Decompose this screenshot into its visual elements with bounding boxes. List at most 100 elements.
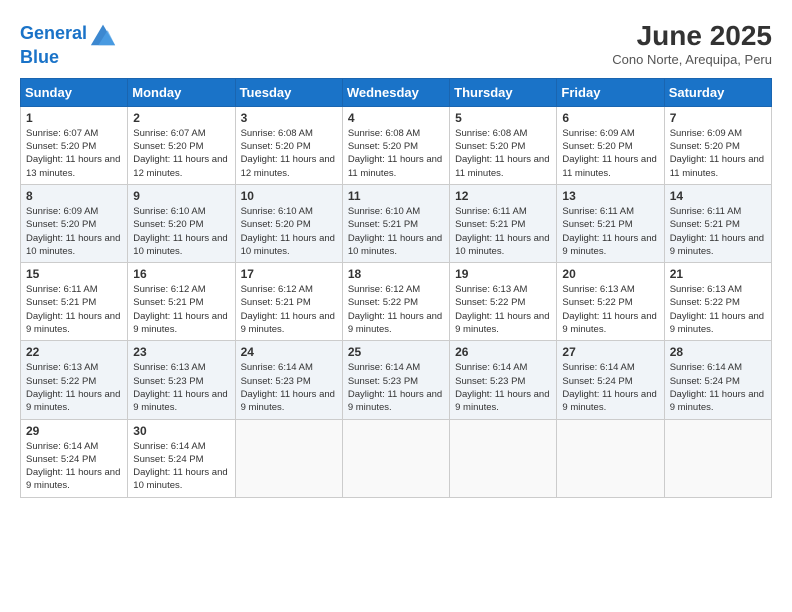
day-number: 6 bbox=[562, 111, 658, 125]
day-info: Sunrise: 6:09 AMSunset: 5:20 PMDaylight:… bbox=[26, 205, 122, 258]
day-info: Sunrise: 6:14 AMSunset: 5:23 PMDaylight:… bbox=[241, 361, 337, 414]
day-info: Sunrise: 6:13 AMSunset: 5:22 PMDaylight:… bbox=[455, 283, 551, 336]
day-cell-16: 16 Sunrise: 6:12 AMSunset: 5:21 PMDayligh… bbox=[128, 263, 235, 341]
calendar-week-1: 1 Sunrise: 6:07 AMSunset: 5:20 PMDaylight… bbox=[21, 106, 772, 184]
day-info: Sunrise: 6:14 AMSunset: 5:24 PMDaylight:… bbox=[670, 361, 766, 414]
empty-cell bbox=[664, 419, 771, 497]
month-title: June 2025 bbox=[612, 20, 772, 52]
day-cell-25: 25Sunrise: 6:14 AMSunset: 5:23 PMDayligh… bbox=[342, 341, 449, 419]
day-cell-24: 24Sunrise: 6:14 AMSunset: 5:23 PMDayligh… bbox=[235, 341, 342, 419]
day-info: Sunrise: 6:11 AMSunset: 5:21 PMDaylight:… bbox=[455, 205, 551, 258]
day-number: 30 bbox=[133, 424, 229, 438]
day-info: Sunrise: 6:14 AMSunset: 5:24 PMDaylight:… bbox=[26, 440, 122, 493]
day-number: 23 bbox=[133, 345, 229, 359]
day-cell-20: 20 Sunrise: 6:13 AMSunset: 5:22 PMDayligh… bbox=[557, 263, 664, 341]
day-cell-26: 26Sunrise: 6:14 AMSunset: 5:23 PMDayligh… bbox=[450, 341, 557, 419]
day-cell-19: 19 Sunrise: 6:13 AMSunset: 5:22 PMDayligh… bbox=[450, 263, 557, 341]
day-number: 4 bbox=[348, 111, 444, 125]
day-cell-28: 28 Sunrise: 6:14 AMSunset: 5:24 PMDayligh… bbox=[664, 341, 771, 419]
day-cell-18: 18Sunrise: 6:12 AMSunset: 5:22 PMDayligh… bbox=[342, 263, 449, 341]
day-cell-22: 22 Sunrise: 6:13 AMSunset: 5:22 PMDayligh… bbox=[21, 341, 128, 419]
day-cell-15: 15 Sunrise: 6:11 AMSunset: 5:21 PMDayligh… bbox=[21, 263, 128, 341]
day-number: 1 bbox=[26, 111, 122, 125]
day-info: Sunrise: 6:08 AMSunset: 5:20 PMDaylight:… bbox=[241, 127, 337, 180]
empty-cell bbox=[235, 419, 342, 497]
empty-cell bbox=[450, 419, 557, 497]
day-number: 14 bbox=[670, 189, 766, 203]
day-cell-30: 30 Sunrise: 6:14 AMSunset: 5:24 PMDayligh… bbox=[128, 419, 235, 497]
day-info: Sunrise: 6:11 AMSunset: 5:21 PMDaylight:… bbox=[562, 205, 658, 258]
day-info: Sunrise: 6:13 AMSunset: 5:22 PMDaylight:… bbox=[26, 361, 122, 414]
logo: General Blue bbox=[20, 20, 117, 68]
column-header-friday: Friday bbox=[557, 78, 664, 106]
day-info: Sunrise: 6:12 AMSunset: 5:21 PMDaylight:… bbox=[133, 283, 229, 336]
day-info: Sunrise: 6:08 AMSunset: 5:20 PMDaylight:… bbox=[348, 127, 444, 180]
day-cell-17: 17 Sunrise: 6:12 AMSunset: 5:21 PMDayligh… bbox=[235, 263, 342, 341]
day-number: 20 bbox=[562, 267, 658, 281]
day-cell-8: 8 Sunrise: 6:09 AMSunset: 5:20 PMDaylight… bbox=[21, 184, 128, 262]
day-number: 11 bbox=[348, 189, 444, 203]
day-info: Sunrise: 6:13 AMSunset: 5:23 PMDaylight:… bbox=[133, 361, 229, 414]
day-info: Sunrise: 6:13 AMSunset: 5:22 PMDaylight:… bbox=[670, 283, 766, 336]
day-number: 2 bbox=[133, 111, 229, 125]
day-cell-6: 6 Sunrise: 6:09 AMSunset: 5:20 PMDaylight… bbox=[557, 106, 664, 184]
column-header-thursday: Thursday bbox=[450, 78, 557, 106]
day-cell-5: 5Sunrise: 6:08 AMSunset: 5:20 PMDaylight… bbox=[450, 106, 557, 184]
calendar-week-4: 22 Sunrise: 6:13 AMSunset: 5:22 PMDayligh… bbox=[21, 341, 772, 419]
day-number: 3 bbox=[241, 111, 337, 125]
day-cell-11: 11 Sunrise: 6:10 AMSunset: 5:21 PMDayligh… bbox=[342, 184, 449, 262]
day-cell-3: 3 Sunrise: 6:08 AMSunset: 5:20 PMDaylight… bbox=[235, 106, 342, 184]
calendar-week-2: 8 Sunrise: 6:09 AMSunset: 5:20 PMDaylight… bbox=[21, 184, 772, 262]
day-info: Sunrise: 6:14 AMSunset: 5:23 PMDaylight:… bbox=[348, 361, 444, 414]
day-number: 15 bbox=[26, 267, 122, 281]
logo-text: General Blue bbox=[20, 20, 117, 68]
day-info: Sunrise: 6:10 AMSunset: 5:20 PMDaylight:… bbox=[241, 205, 337, 258]
day-cell-7: 7Sunrise: 6:09 AMSunset: 5:20 PMDaylight… bbox=[664, 106, 771, 184]
empty-cell bbox=[342, 419, 449, 497]
day-info: Sunrise: 6:12 AMSunset: 5:21 PMDaylight:… bbox=[241, 283, 337, 336]
day-cell-21: 21 Sunrise: 6:13 AMSunset: 5:22 PMDayligh… bbox=[664, 263, 771, 341]
day-info: Sunrise: 6:12 AMSunset: 5:22 PMDaylight:… bbox=[348, 283, 444, 336]
day-number: 29 bbox=[26, 424, 122, 438]
day-cell-12: 12 Sunrise: 6:11 AMSunset: 5:21 PMDayligh… bbox=[450, 184, 557, 262]
day-info: Sunrise: 6:09 AMSunset: 5:20 PMDaylight:… bbox=[670, 127, 766, 180]
location: Cono Norte, Arequipa, Peru bbox=[612, 52, 772, 67]
page-header: General Blue June 2025 Cono Norte, Arequ… bbox=[20, 20, 772, 68]
day-info: Sunrise: 6:10 AMSunset: 5:20 PMDaylight:… bbox=[133, 205, 229, 258]
day-number: 19 bbox=[455, 267, 551, 281]
day-cell-27: 27 Sunrise: 6:14 AMSunset: 5:24 PMDayligh… bbox=[557, 341, 664, 419]
day-number: 13 bbox=[562, 189, 658, 203]
day-number: 10 bbox=[241, 189, 337, 203]
day-number: 22 bbox=[26, 345, 122, 359]
empty-cell bbox=[557, 419, 664, 497]
day-number: 9 bbox=[133, 189, 229, 203]
day-info: Sunrise: 6:14 AMSunset: 5:23 PMDaylight:… bbox=[455, 361, 551, 414]
column-header-wednesday: Wednesday bbox=[342, 78, 449, 106]
day-number: 21 bbox=[670, 267, 766, 281]
day-number: 17 bbox=[241, 267, 337, 281]
column-header-sunday: Sunday bbox=[21, 78, 128, 106]
day-number: 28 bbox=[670, 345, 766, 359]
calendar-week-5: 29 Sunrise: 6:14 AMSunset: 5:24 PMDayligh… bbox=[21, 419, 772, 497]
day-info: Sunrise: 6:13 AMSunset: 5:22 PMDaylight:… bbox=[562, 283, 658, 336]
title-block: June 2025 Cono Norte, Arequipa, Peru bbox=[612, 20, 772, 67]
day-info: Sunrise: 6:07 AMSunset: 5:20 PMDaylight:… bbox=[133, 127, 229, 180]
day-cell-14: 14Sunrise: 6:11 AMSunset: 5:21 PMDayligh… bbox=[664, 184, 771, 262]
day-cell-10: 10 Sunrise: 6:10 AMSunset: 5:20 PMDayligh… bbox=[235, 184, 342, 262]
day-info: Sunrise: 6:07 AMSunset: 5:20 PMDaylight:… bbox=[26, 127, 122, 180]
column-header-saturday: Saturday bbox=[664, 78, 771, 106]
day-cell-4: 4 Sunrise: 6:08 AMSunset: 5:20 PMDaylight… bbox=[342, 106, 449, 184]
day-info: Sunrise: 6:10 AMSunset: 5:21 PMDaylight:… bbox=[348, 205, 444, 258]
calendar-week-3: 15 Sunrise: 6:11 AMSunset: 5:21 PMDayligh… bbox=[21, 263, 772, 341]
day-number: 8 bbox=[26, 189, 122, 203]
day-info: Sunrise: 6:14 AMSunset: 5:24 PMDaylight:… bbox=[133, 440, 229, 493]
day-info: Sunrise: 6:09 AMSunset: 5:20 PMDaylight:… bbox=[562, 127, 658, 180]
day-cell-23: 23 Sunrise: 6:13 AMSunset: 5:23 PMDayligh… bbox=[128, 341, 235, 419]
day-info: Sunrise: 6:14 AMSunset: 5:24 PMDaylight:… bbox=[562, 361, 658, 414]
day-number: 12 bbox=[455, 189, 551, 203]
day-cell-29: 29 Sunrise: 6:14 AMSunset: 5:24 PMDayligh… bbox=[21, 419, 128, 497]
day-info: Sunrise: 6:11 AMSunset: 5:21 PMDaylight:… bbox=[26, 283, 122, 336]
day-cell-2: 2 Sunrise: 6:07 AMSunset: 5:20 PMDaylight… bbox=[128, 106, 235, 184]
day-number: 16 bbox=[133, 267, 229, 281]
day-number: 27 bbox=[562, 345, 658, 359]
